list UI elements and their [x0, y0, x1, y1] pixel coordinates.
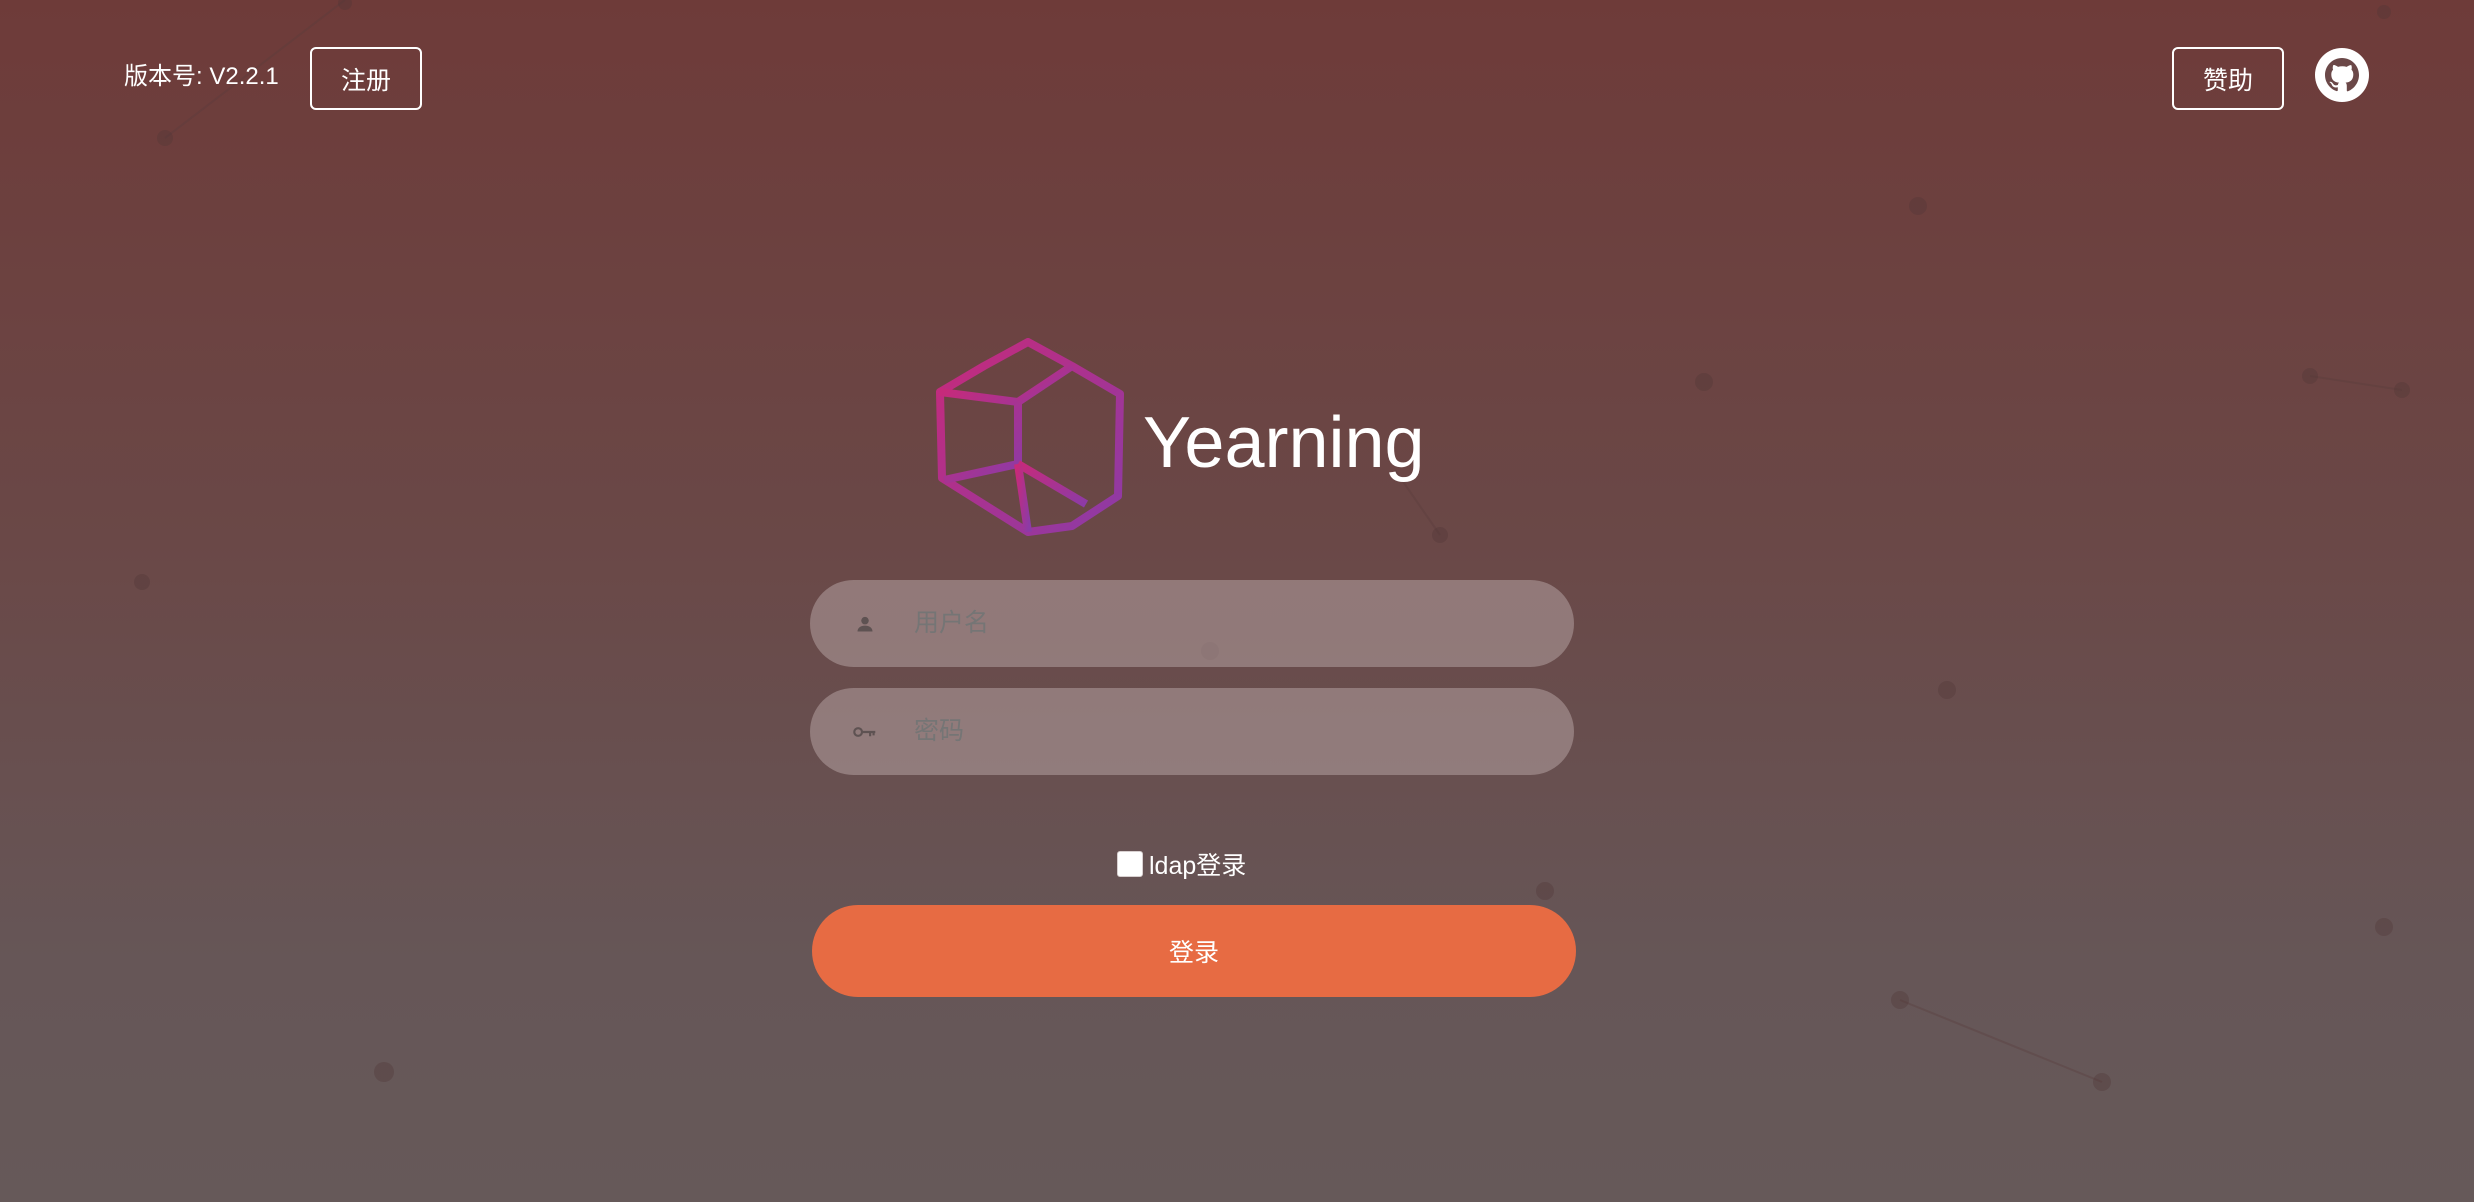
ldap-checkbox[interactable]	[1117, 851, 1143, 877]
ldap-label: ldap登录	[1149, 852, 1247, 880]
key-icon	[852, 719, 878, 745]
login-button-label: 登录	[1168, 939, 1219, 967]
password-input[interactable]	[912, 700, 1574, 763]
login-button[interactable]: 登录	[812, 905, 1576, 997]
brand-title: Yearning	[1143, 403, 1425, 483]
github-icon[interactable]	[2315, 48, 2369, 102]
ldap-login-option[interactable]: ldap登录	[1117, 846, 1246, 882]
yearning-logo	[936, 338, 1136, 538]
user-icon	[852, 611, 878, 637]
register-button[interactable]: 注册	[310, 47, 422, 110]
sponsor-button[interactable]: 赞助	[2172, 47, 2284, 110]
password-field[interactable]	[810, 688, 1574, 775]
version-label: 版本号: V2.2.1	[124, 63, 279, 90]
username-input[interactable]	[912, 592, 1574, 655]
username-field[interactable]	[810, 580, 1574, 667]
